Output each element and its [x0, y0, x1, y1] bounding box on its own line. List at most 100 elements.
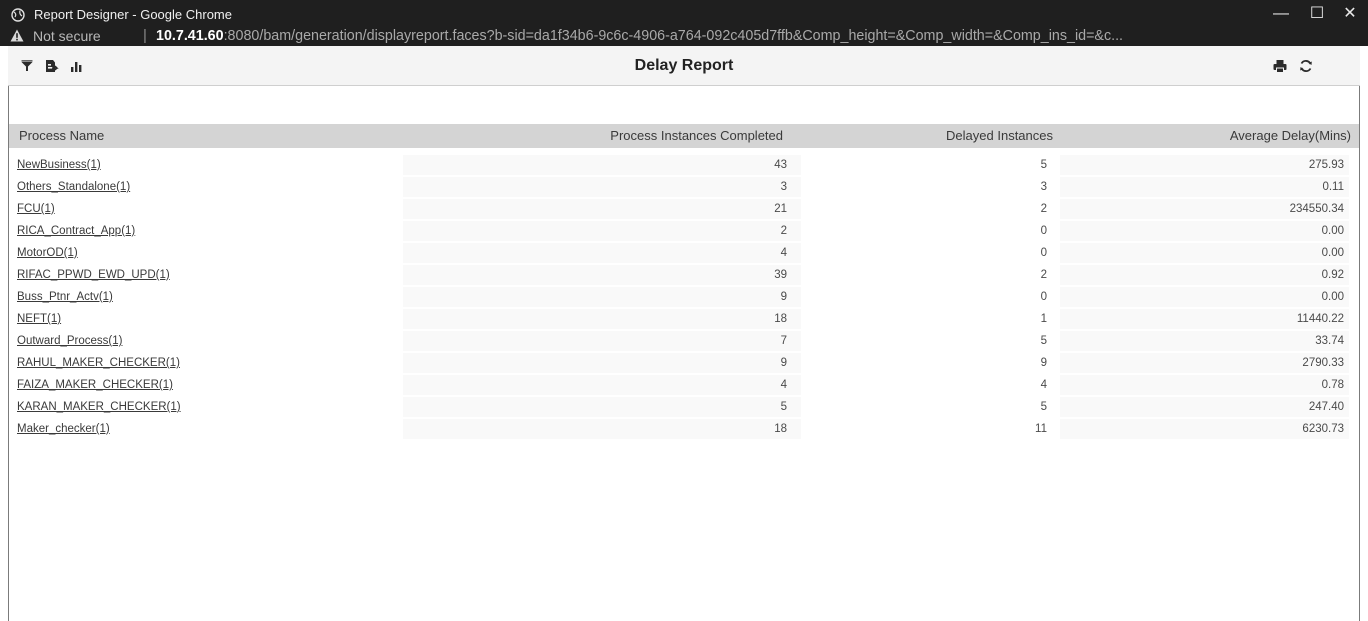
address-separator: | [143, 27, 147, 44]
average-delay-cell: 0.00 [1060, 287, 1349, 307]
average-delay-cell: 0.00 [1060, 221, 1349, 241]
refresh-icon[interactable] [1298, 58, 1314, 74]
delayed-cell: 9 [801, 353, 1060, 373]
process-name-cell: FCU(1) [17, 199, 403, 219]
completed-cell: 7 [403, 331, 801, 351]
completed-cell: 4 [403, 243, 801, 263]
delayed-cell: 4 [801, 375, 1060, 395]
delayed-cell: 0 [801, 221, 1060, 241]
delayed-cell: 0 [801, 243, 1060, 263]
delayed-cell: 5 [801, 155, 1060, 175]
delayed-cell: 3 [801, 177, 1060, 197]
completed-cell: 2 [403, 221, 801, 241]
maximize-button[interactable]: ☐ [1302, 4, 1332, 24]
average-delay-cell: 33.74 [1060, 331, 1349, 351]
process-name-cell: RICA_Contract_App(1) [17, 221, 403, 241]
average-delay-cell: 11440.22 [1060, 309, 1349, 329]
process-name-cell: RAHUL_MAKER_CHECKER(1) [17, 353, 403, 373]
table-row: Maker_checker(1) 18 11 6230.73 [17, 417, 1357, 439]
table-row: RICA_Contract_App(1) 2 0 0.00 [17, 219, 1357, 241]
average-delay-cell: 0.78 [1060, 375, 1349, 395]
url-text[interactable]: 10.7.41.60:8080/bam/generation/displayre… [156, 28, 1361, 44]
completed-cell: 39 [403, 265, 801, 285]
table-row: KARAN_MAKER_CHECKER(1) 5 5 247.40 [17, 395, 1357, 417]
table-row: RAHUL_MAKER_CHECKER(1) 9 9 2790.33 [17, 351, 1357, 373]
column-header-completed[interactable]: Process Instances Completed [403, 124, 783, 148]
completed-cell: 18 [403, 419, 801, 439]
close-button[interactable]: ✕ [1335, 4, 1365, 24]
average-delay-cell: 234550.34 [1060, 199, 1349, 219]
completed-cell: 18 [403, 309, 801, 329]
completed-cell: 9 [403, 353, 801, 373]
process-name-link[interactable]: RIFAC_PPWD_EWD_UPD(1) [17, 269, 170, 281]
average-delay-cell: 2790.33 [1060, 353, 1349, 373]
table-row: FCU(1) 21 2 234550.34 [17, 197, 1357, 219]
browser-title-bar: Report Designer - Google Chrome — ☐ ✕ No… [0, 0, 1368, 46]
process-name-cell: RIFAC_PPWD_EWD_UPD(1) [17, 265, 403, 285]
process-name-cell: Others_Standalone(1) [17, 177, 403, 197]
process-name-link[interactable]: KARAN_MAKER_CHECKER(1) [17, 401, 181, 413]
completed-cell: 9 [403, 287, 801, 307]
not-secure-label[interactable]: Not secure [33, 28, 101, 44]
process-name-link[interactable]: Outward_Process(1) [17, 335, 122, 347]
table-row: Others_Standalone(1) 3 3 0.11 [17, 175, 1357, 197]
average-delay-cell: 247.40 [1060, 397, 1349, 417]
table-row: RIFAC_PPWD_EWD_UPD(1) 39 2 0.92 [17, 263, 1357, 285]
table-header: Process Name Process Instances Completed… [9, 124, 1359, 148]
url-path: :8080/bam/generation/displayreport.faces… [223, 28, 1124, 44]
process-name-link[interactable]: RAHUL_MAKER_CHECKER(1) [17, 357, 180, 369]
table-row: MotorOD(1) 4 0 0.00 [17, 241, 1357, 263]
window-title: Report Designer - Google Chrome [34, 7, 232, 22]
average-delay-cell: 6230.73 [1060, 419, 1349, 439]
completed-cell: 21 [403, 199, 801, 219]
delayed-cell: 11 [801, 419, 1060, 439]
delayed-cell: 2 [801, 265, 1060, 285]
window-title-row: Report Designer - Google Chrome — ☐ ✕ [0, 0, 1368, 26]
process-name-cell: NewBusiness(1) [17, 155, 403, 175]
process-name-cell: FAIZA_MAKER_CHECKER(1) [17, 375, 403, 395]
address-bar[interactable]: Not secure | 10.7.41.60:8080/bam/generat… [0, 26, 1368, 46]
delayed-cell: 1 [801, 309, 1060, 329]
process-name-link[interactable]: RICA_Contract_App(1) [17, 225, 135, 237]
process-name-link[interactable]: Others_Standalone(1) [17, 181, 130, 193]
column-header-process-name[interactable]: Process Name [19, 124, 104, 148]
average-delay-cell: 275.93 [1060, 155, 1349, 175]
completed-cell: 3 [403, 177, 801, 197]
process-name-link[interactable]: NewBusiness(1) [17, 159, 101, 171]
delayed-cell: 0 [801, 287, 1060, 307]
table-row: Outward_Process(1) 7 5 33.74 [17, 329, 1357, 351]
delayed-cell: 2 [801, 199, 1060, 219]
completed-cell: 5 [403, 397, 801, 417]
process-name-cell: MotorOD(1) [17, 243, 403, 263]
process-name-cell: Buss_Ptnr_Actv(1) [17, 287, 403, 307]
completed-cell: 43 [403, 155, 801, 175]
chrome-globe-icon [11, 8, 25, 22]
url-host: 10.7.41.60 [156, 28, 224, 44]
table-row: Buss_Ptnr_Actv(1) 9 0 0.00 [17, 285, 1357, 307]
completed-cell: 4 [403, 375, 801, 395]
process-name-cell: KARAN_MAKER_CHECKER(1) [17, 397, 403, 417]
process-name-cell: Maker_checker(1) [17, 419, 403, 439]
delayed-cell: 5 [801, 397, 1060, 417]
column-header-average-delay[interactable]: Average Delay(Mins) [1053, 124, 1351, 148]
process-name-link[interactable]: NEFT(1) [17, 313, 61, 325]
table-row: NEFT(1) 18 1 11440.22 [17, 307, 1357, 329]
process-name-link[interactable]: FAIZA_MAKER_CHECKER(1) [17, 379, 173, 391]
print-icon[interactable] [1272, 58, 1288, 74]
column-header-delayed[interactable]: Delayed Instances [803, 124, 1053, 148]
process-name-link[interactable]: FCU(1) [17, 203, 55, 215]
process-name-cell: NEFT(1) [17, 309, 403, 329]
minimize-button[interactable]: — [1266, 4, 1296, 24]
process-name-cell: Outward_Process(1) [17, 331, 403, 351]
table-row: NewBusiness(1) 43 5 275.93 [17, 153, 1357, 175]
table-row: FAIZA_MAKER_CHECKER(1) 4 4 0.78 [17, 373, 1357, 395]
average-delay-cell: 0.11 [1060, 177, 1349, 197]
warning-icon[interactable] [10, 29, 24, 42]
report-toolbar: Delay Report [8, 46, 1360, 86]
table-body: NewBusiness(1) 43 5 275.93 Others_Standa… [17, 153, 1357, 439]
process-name-link[interactable]: Buss_Ptnr_Actv(1) [17, 291, 113, 303]
process-name-link[interactable]: Maker_checker(1) [17, 423, 110, 435]
delayed-cell: 5 [801, 331, 1060, 351]
process-name-link[interactable]: MotorOD(1) [17, 247, 78, 259]
average-delay-cell: 0.92 [1060, 265, 1349, 285]
